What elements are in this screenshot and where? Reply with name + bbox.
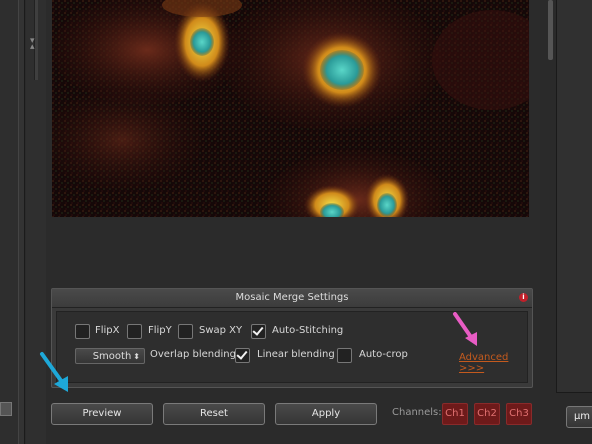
left-panel-edge	[0, 0, 19, 444]
blending-mode-select[interactable]: Smooth ⬍	[75, 348, 145, 364]
autostitching-checkbox[interactable]	[251, 324, 266, 339]
microscopy-image-view[interactable]	[52, 0, 529, 217]
reset-button[interactable]: Reset	[163, 403, 265, 425]
settings-inner: FlipX FlipY Swap XY Auto-Stitching Smoot…	[56, 311, 528, 383]
blue-pointer-arrow-icon	[40, 352, 68, 392]
linear-blending-label: Linear blending	[257, 349, 335, 360]
channel-1-button[interactable]: Ch1	[442, 403, 468, 425]
blending-mode-value: Smooth	[92, 351, 132, 362]
select-arrow-icon: ⬍	[133, 352, 140, 361]
channel-3-button[interactable]: Ch3	[506, 403, 532, 425]
info-icon[interactable]: i	[519, 293, 528, 302]
flipy-label: FlipY	[148, 325, 172, 336]
flipx-checkbox[interactable]	[75, 324, 90, 339]
swapxy-checkbox[interactable]	[178, 324, 193, 339]
fluorescence-image	[52, 0, 529, 217]
swapxy-label: Swap XY	[199, 325, 243, 336]
left-panel-knob[interactable]	[0, 402, 12, 416]
unit-button[interactable]: µm	[566, 406, 592, 428]
flipx-label: FlipX	[95, 325, 120, 336]
pink-pointer-arrow-icon	[453, 312, 477, 346]
right-panel	[540, 0, 592, 444]
autostitching-label: Auto-Stitching	[272, 325, 344, 336]
flipy-checkbox[interactable]	[127, 324, 142, 339]
overlap-blending-label: Overlap blending	[150, 349, 236, 360]
settings-title: Mosaic Merge Settings	[52, 289, 532, 308]
right-scrollbar[interactable]	[548, 0, 553, 60]
channels-label: Channels:	[392, 407, 442, 418]
preview-button[interactable]: Preview	[51, 403, 153, 425]
channel-2-button[interactable]: Ch2	[474, 403, 500, 425]
autocrop-label: Auto-crop	[359, 349, 408, 360]
splitter-handle-icon[interactable]: ▾ ▴	[30, 37, 35, 52]
left-panel	[0, 0, 25, 444]
advanced-link[interactable]: Advanced >>>	[459, 352, 527, 374]
linear-blending-checkbox[interactable]	[235, 348, 250, 363]
right-panel-frame	[556, 0, 592, 393]
mosaic-merge-settings-panel: Mosaic Merge Settings i FlipX FlipY Swap…	[51, 288, 533, 388]
apply-button[interactable]: Apply	[275, 403, 377, 425]
autocrop-checkbox[interactable]	[337, 348, 352, 363]
